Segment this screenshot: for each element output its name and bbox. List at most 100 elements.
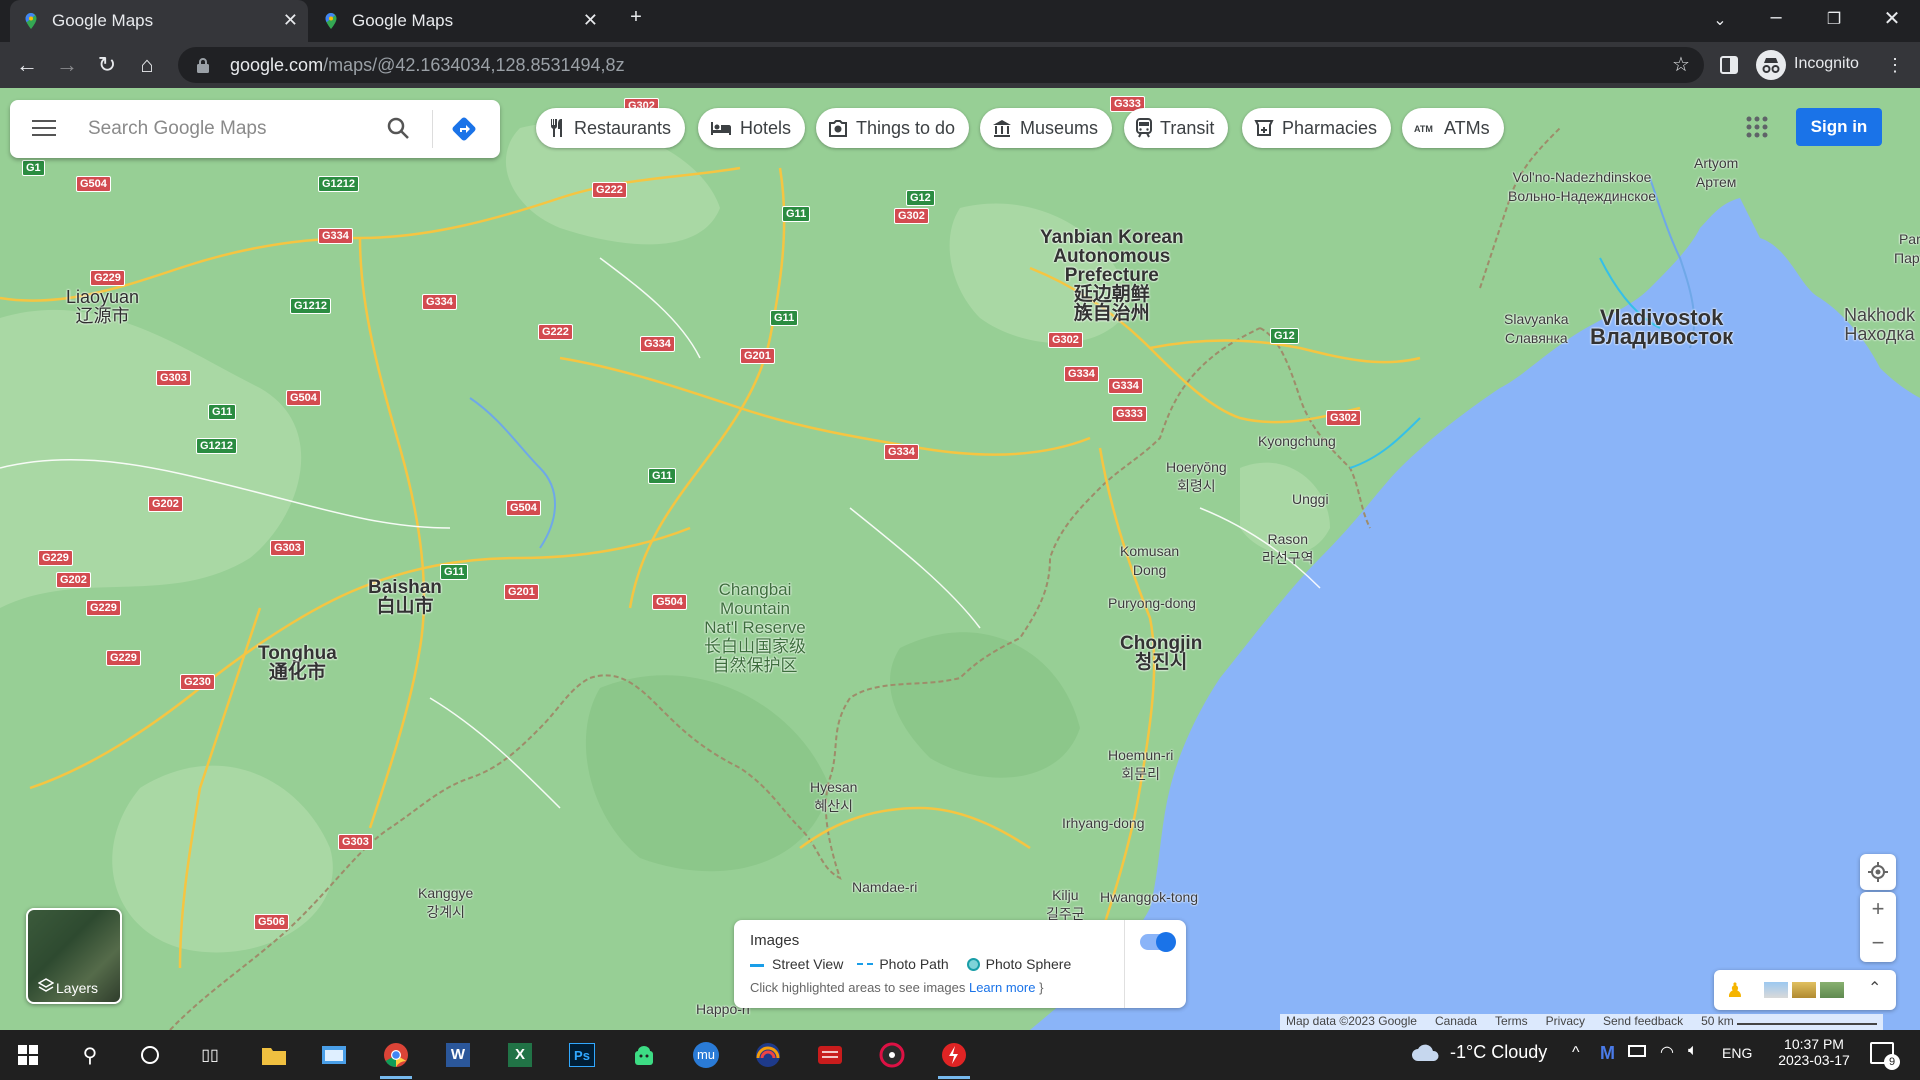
wifi-icon[interactable]: ◠ — [1660, 1042, 1674, 1062]
notification-center-icon[interactable]: 9 — [1870, 1042, 1900, 1070]
close-tab-icon[interactable]: ✕ — [283, 10, 298, 31]
zoom-control: + − — [1860, 892, 1896, 962]
search-input[interactable] — [88, 114, 368, 144]
chip-transit[interactable]: Transit — [1124, 108, 1229, 148]
close-window-icon[interactable]: ✕ — [1872, 6, 1912, 31]
menu-icon[interactable] — [32, 118, 56, 143]
images-toggle[interactable] — [1140, 932, 1176, 952]
side-panel-icon[interactable] — [1714, 50, 1744, 80]
map-canvas[interactable]: G1 G504 G1212 G334 G229 G1212 G334 G303 … — [0, 88, 1920, 1030]
search-icon[interactable] — [386, 116, 410, 145]
chip-pharmacies[interactable]: Pharmacies — [1242, 108, 1392, 148]
incognito-icon[interactable] — [1756, 50, 1786, 80]
zoom-out-icon[interactable]: − — [1860, 926, 1896, 960]
google-apps-icon[interactable] — [1746, 116, 1768, 143]
highway-shield: G302 — [1326, 410, 1361, 426]
chip-label: ATMs — [1444, 117, 1490, 138]
terms-link[interactable]: Terms — [1495, 1014, 1528, 1030]
input-language[interactable]: ENG — [1722, 1045, 1752, 1061]
back-icon[interactable]: ← — [12, 50, 42, 80]
media-app-icon[interactable] — [872, 1037, 912, 1073]
new-tab-icon[interactable]: + — [616, 6, 656, 29]
scale-label[interactable]: 50 km — [1701, 1014, 1878, 1030]
highway-shield: G334 — [1108, 378, 1143, 394]
game-app-icon[interactable] — [810, 1037, 850, 1073]
learn-more-link[interactable]: Learn more — [969, 980, 1035, 995]
battery-icon[interactable] — [1628, 1045, 1646, 1057]
photoshop-icon[interactable]: Ps — [562, 1037, 602, 1073]
highway-shield: G302 — [1048, 332, 1083, 348]
cortana-icon[interactable] — [130, 1037, 170, 1073]
expand-chevron-icon[interactable]: ⌃ — [1868, 978, 1881, 998]
chip-atms[interactable]: ATM ATMs — [1402, 108, 1504, 148]
bookmark-star-icon[interactable]: ☆ — [1666, 50, 1696, 80]
search-icon[interactable]: ⚲ — [70, 1037, 110, 1073]
divider — [1124, 920, 1125, 1008]
sign-in-button[interactable]: Sign in — [1796, 108, 1882, 146]
place-name-local: 강계시 — [426, 904, 465, 920]
browser-tab[interactable]: Google Maps ✕ — [310, 0, 608, 42]
place-label: Puryong-dong — [1108, 594, 1196, 613]
minimize-icon[interactable]: – — [1756, 6, 1796, 29]
chip-museums[interactable]: Museums — [980, 108, 1113, 148]
reload-icon[interactable]: ↻ — [92, 50, 122, 80]
restore-icon[interactable]: ❐ — [1814, 9, 1854, 29]
android-robot-icon — [635, 1046, 653, 1065]
file-explorer-icon[interactable] — [254, 1037, 294, 1073]
imagery-thumb-icon[interactable] — [1820, 982, 1844, 998]
place-name: Par — [1898, 231, 1920, 247]
control-panel-icon[interactable] — [314, 1037, 354, 1073]
tab-search-icon[interactable]: ⌄ — [1700, 10, 1740, 30]
place-label: Komusan Dong — [1120, 542, 1179, 580]
excel-icon[interactable]: X — [500, 1037, 540, 1073]
send-feedback-link[interactable]: Send feedback — [1603, 1014, 1683, 1030]
zoom-in-icon[interactable]: + — [1860, 892, 1896, 926]
highway-shield: G504 — [652, 594, 687, 610]
mu-app-icon[interactable]: mu — [686, 1037, 726, 1073]
place-name: Unggi — [1292, 491, 1329, 507]
place-name-local: Находка — [1844, 324, 1915, 344]
browser-tab[interactable]: Google Maps ✕ — [10, 0, 308, 42]
show-hidden-icons[interactable]: ^ — [1572, 1044, 1580, 1062]
window-app-icon — [322, 1046, 346, 1064]
highway-shield: G12 — [906, 190, 935, 206]
photo-sphere-dot-icon — [966, 957, 980, 971]
highway-shield: G1212 — [196, 438, 238, 454]
power-app-icon[interactable] — [934, 1037, 974, 1079]
volume-icon[interactable]: 🔈︎ — [1688, 1042, 1698, 1060]
home-icon[interactable]: ⌂ — [132, 50, 162, 80]
place-label: Kilju 길주군 — [1046, 886, 1085, 924]
windows-start-icon[interactable] — [8, 1037, 48, 1073]
weather-widget[interactable]: -1°C Cloudy — [1410, 1042, 1547, 1063]
chrome-menu-icon[interactable]: ⋮ — [1880, 50, 1910, 80]
layers-button[interactable]: Layers — [26, 908, 122, 1004]
url-path: /maps/@42.1634034,128.8531494,8z — [323, 54, 625, 75]
chip-things-to-do[interactable]: Things to do — [816, 108, 970, 148]
highway-shield: G230 — [180, 674, 215, 690]
close-tab-icon[interactable]: ✕ — [583, 10, 598, 31]
place-label: Tonghua 通化市 — [258, 644, 337, 682]
directions-icon[interactable] — [450, 115, 478, 148]
chip-restaurants[interactable]: Restaurants — [536, 108, 686, 148]
task-view-icon[interactable]: ▯▯ — [190, 1037, 230, 1073]
word-icon[interactable]: W — [438, 1037, 478, 1073]
address-bar[interactable]: google.com/maps/@42.1634034,128.8531494,… — [178, 47, 1704, 83]
app-icon[interactable] — [748, 1037, 788, 1073]
park-label: Changbai Mountain Nat'l Reserve 长白山国家级 自然保护区 — [704, 580, 806, 675]
forward-icon[interactable]: → — [52, 50, 82, 80]
chrome-taskbar-icon[interactable] — [376, 1037, 416, 1079]
tray-app-icon[interactable]: M — [1600, 1043, 1615, 1064]
profile-label[interactable]: Incognito — [1794, 55, 1859, 73]
chip-hotels[interactable]: Hotels — [698, 108, 806, 148]
chip-label: Pharmacies — [1282, 117, 1378, 138]
android-app-icon[interactable] — [624, 1037, 664, 1073]
imagery-thumb-icon[interactable] — [1764, 982, 1788, 998]
place-name-local: 혜산시 — [814, 798, 854, 814]
country-link[interactable]: Canada — [1435, 1014, 1477, 1030]
place-name: Dong — [1132, 562, 1167, 578]
pegman-icon[interactable]: ♟ — [1726, 978, 1744, 1003]
privacy-link[interactable]: Privacy — [1546, 1014, 1585, 1030]
my-location-button[interactable] — [1860, 854, 1896, 890]
imagery-thumb-icon[interactable] — [1792, 982, 1816, 998]
clock[interactable]: 10:37 PM 2023-03-17 — [1770, 1036, 1858, 1068]
